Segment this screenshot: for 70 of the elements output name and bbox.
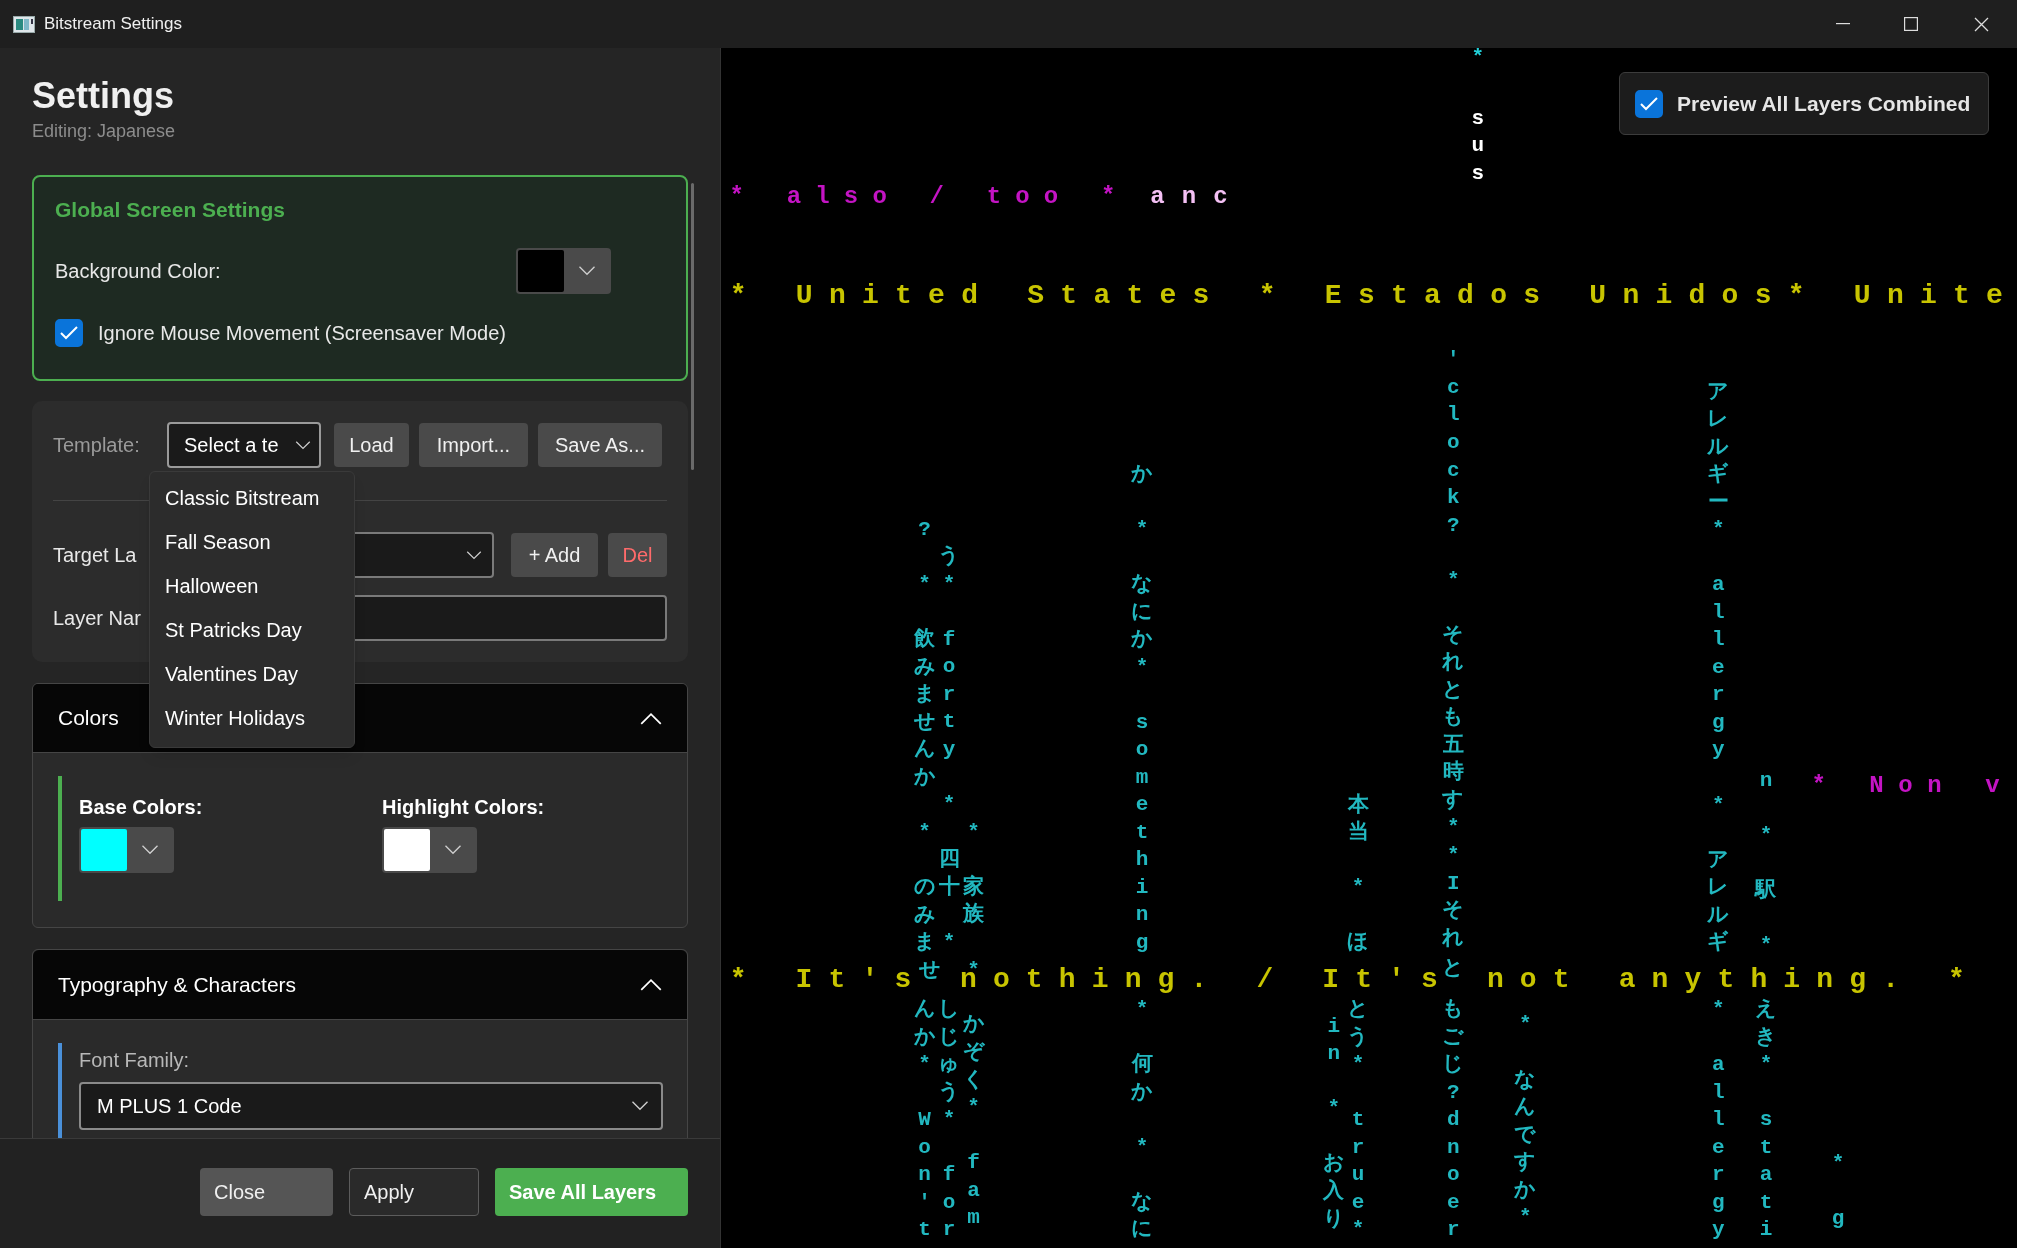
text-stream: しじゅう* for [938,997,961,1244]
page-subtitle: Editing: Japanese [32,120,176,142]
text-stream: かぞく* fam [962,1012,985,1232]
field-label: Template: [53,433,141,458]
window-title: Bitstream Settings [44,13,182,36]
text-stream: * 家族 [962,819,985,929]
text-stream: * United States * Estados Unidos* Unite [729,284,2017,308]
color-picker[interactable] [516,248,611,294]
layer-button[interactable]: + Add [511,533,598,577]
menu-item[interactable]: Classic Bitstream [150,476,354,520]
app-icon [13,15,35,33]
field-label: Font Family: [79,1048,190,1073]
field-label: Background Color: [55,259,222,284]
text-stream: * g [1830,1151,1846,1233]
section-header[interactable]: Typography & Characters [33,950,687,1020]
text-stream: ? * 飲みませんか * のみま [913,517,936,957]
close-icon [1973,16,1989,32]
checkbox[interactable] [55,319,83,347]
footer-button[interactable]: Apply [349,1168,479,1216]
text-stream: * allergy [1711,997,1726,1244]
template-button[interactable]: Save As... [538,423,662,467]
text-stream: とう* true* [1347,997,1370,1244]
text-stream: もごじ?dnoer [1442,997,1465,1244]
chevron-down-icon [443,845,462,855]
footer-button[interactable]: Close [200,1168,333,1216]
color-picker[interactable] [79,827,174,873]
menu-item[interactable]: Halloween [150,564,354,608]
checkbox-label: Preview All Layers Combined [1677,90,1971,117]
menu-item[interactable]: St Patricks Day [150,608,354,652]
field-label: Target La [53,543,137,568]
menu-item[interactable]: Fall Season [150,520,354,564]
chevron-down-icon [295,440,311,450]
text-stream: えき* stati [1754,997,1777,1244]
text-stream: * also / too * [729,187,1130,207]
chevron-down-icon [631,1101,649,1111]
field-label: Base Colors: [79,795,203,820]
checkbox-label: Ignore Mouse Movement (Screensaver Mode) [98,321,506,346]
text-stream: 本当 * ほ [1347,792,1370,957]
template-select[interactable]: Select a te [167,422,321,468]
check-icon [1640,96,1658,111]
text-stream: in * お入り [1322,1013,1345,1233]
checkbox[interactable] [1635,89,1663,118]
text-stream: * [1470,48,1486,72]
text-stream: * Non v [1811,776,2015,796]
field-label: Highlight Colors: [382,795,545,820]
check-icon [60,326,78,340]
text-stream: か * なにか* something [1131,461,1154,956]
text-stream: う* forty * 四十 * [938,544,961,956]
text-stream: んか* Won't [913,997,936,1244]
text-stream: 'clock? * それとも五時す**Iそれ [1442,347,1465,952]
field-label: Layer Nar [53,606,141,631]
scrollbar[interactable] [691,183,694,470]
chevron-down-icon [466,550,482,560]
text-stream: anc [1150,187,1245,207]
page-heading: Settings [32,74,174,118]
color-picker[interactable] [382,827,477,873]
template-button[interactable]: Load [334,423,409,467]
minimize-icon [1836,23,1850,25]
text-stream: * なんですか* [1514,1012,1537,1232]
text-stream: * 何か * なに [1131,997,1154,1244]
chevron-down-icon [140,845,159,855]
template-button[interactable]: Import... [419,423,528,467]
card-title: Global Screen Settings [55,197,285,223]
text-stream: アレルギー* allergy * アレルギ [1707,379,1730,957]
font-family-select[interactable]: M PLUS 1 Code [79,1082,663,1130]
menu-item[interactable]: Winter Holidays [150,696,354,740]
text-stream: n * 駅 * [1754,768,1777,960]
text-stream: sus [1470,105,1486,187]
chevron-down-icon [577,266,596,276]
maximize-icon [1904,17,1918,31]
